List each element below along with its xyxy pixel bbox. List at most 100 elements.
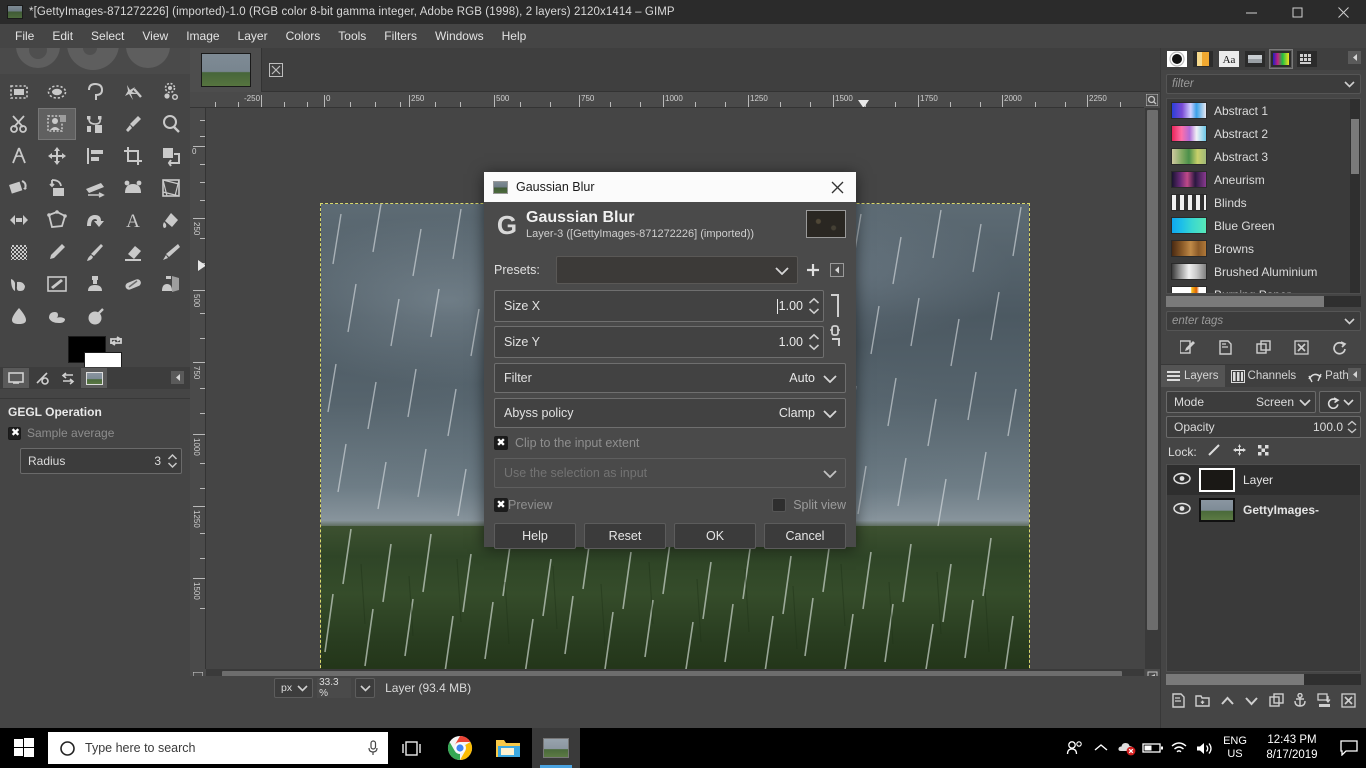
language-indicator[interactable]: ENG US <box>1218 728 1252 768</box>
eraser-tool[interactable] <box>114 236 152 268</box>
zoom-image-button[interactable] <box>1144 92 1160 108</box>
perspective-tool[interactable] <box>76 172 114 204</box>
chain-link-icon[interactable] <box>824 325 846 358</box>
wifi-icon[interactable] <box>1166 728 1192 768</box>
alignment-tool[interactable] <box>76 140 114 172</box>
undo-history-icon[interactable] <box>55 368 81 388</box>
lock-alpha-icon[interactable] <box>1257 443 1272 460</box>
opacity-spin-arrows[interactable] <box>1347 420 1360 434</box>
zoom-dropdown-button[interactable] <box>355 678 376 698</box>
selection-as-input-combo[interactable]: Use the selection as input <box>494 458 846 488</box>
menu-filters[interactable]: Filters <box>375 26 426 46</box>
mypaint-brush-tool[interactable] <box>38 268 76 300</box>
layer-thumbnail[interactable] <box>1199 498 1235 522</box>
chrome-taskbar-icon[interactable] <box>436 728 484 768</box>
menu-colors[interactable]: Colors <box>277 26 330 46</box>
layer-list[interactable]: Layer GettyImages- <box>1166 464 1361 672</box>
clock[interactable]: 12:43 PM 8/17/2019 <box>1252 728 1332 768</box>
gradient-list[interactable]: Abstract 1 Abstract 2 Abstract 3 Aneuris… <box>1166 98 1361 294</box>
ellipse-select-tool[interactable] <box>38 76 76 108</box>
raise-layer-button[interactable] <box>1220 694 1235 711</box>
sample-average-row[interactable]: Sample average <box>8 426 182 441</box>
microphone-icon[interactable] <box>366 739 380 757</box>
menu-image[interactable]: Image <box>177 26 228 46</box>
canvas-vertical-scrollbar[interactable] <box>1145 108 1160 684</box>
list-item[interactable]: Abstract 1 <box>1167 99 1360 122</box>
bucket-fill-tool[interactable] <box>152 204 190 236</box>
lower-layer-button[interactable] <box>1244 694 1259 711</box>
new-layer-button[interactable] <box>1171 693 1186 711</box>
list-item[interactable]: Blinds <box>1167 191 1360 214</box>
size-x-spin-arrows[interactable] <box>808 297 823 315</box>
brush-opacity-icon[interactable] <box>29 368 55 388</box>
edit-gradient-button[interactable] <box>1177 337 1199 357</box>
file-explorer-taskbar-icon[interactable] <box>484 728 532 768</box>
delete-layer-button[interactable] <box>1341 693 1356 711</box>
new-layer-group-button[interactable] <box>1195 693 1211 711</box>
heal-tool[interactable] <box>114 268 152 300</box>
sample-average-checkbox[interactable] <box>8 426 22 441</box>
menu-edit[interactable]: Edit <box>43 26 82 46</box>
dialog-close-button[interactable] <box>822 173 852 201</box>
clone-tool[interactable] <box>76 268 114 300</box>
unit-combo[interactable]: px <box>274 678 314 698</box>
layer-visibility-icon[interactable] <box>1173 502 1191 518</box>
merge-down-button[interactable] <box>1316 693 1332 711</box>
foreground-select-tool[interactable] <box>38 108 76 140</box>
radius-spinner[interactable]: Radius 3 <box>20 448 182 474</box>
duplicate-layer-button[interactable] <box>1268 693 1284 711</box>
rect-select-tool[interactable] <box>0 76 38 108</box>
cancel-button[interactable]: Cancel <box>764 523 846 549</box>
document-history-tab[interactable] <box>1243 49 1267 69</box>
ink-tool[interactable] <box>0 268 38 300</box>
unified-transform-tool[interactable] <box>114 172 152 204</box>
preset-menu-button[interactable] <box>828 263 846 277</box>
gaussian-blur-dialog[interactable]: Gaussian Blur G Gaussian Blur Layer-3 ([… <box>484 172 856 549</box>
gradient-filter-input[interactable]: filter <box>1166 74 1361 94</box>
channels-tab[interactable]: Channels <box>1225 365 1303 387</box>
onedrive-error-icon[interactable] <box>1114 728 1140 768</box>
help-button[interactable]: Help <box>494 523 576 549</box>
paintbrush-tool[interactable] <box>76 236 114 268</box>
scrollbar-thumb[interactable] <box>1351 119 1359 174</box>
palettes-tab[interactable] <box>1295 49 1319 69</box>
filter-combo[interactable]: Filter Auto <box>494 363 846 393</box>
paths-tool[interactable] <box>76 108 114 140</box>
gradient-list-scrollbar[interactable] <box>1350 99 1360 293</box>
layer-list-hscrollbar[interactable] <box>1166 674 1361 685</box>
task-view-button[interactable] <box>388 728 436 768</box>
fonts-tab[interactable]: Aa <box>1217 49 1241 69</box>
show-hidden-icons-icon[interactable] <box>1088 728 1114 768</box>
list-item[interactable]: Aneurism <box>1167 168 1360 191</box>
layer-thumbnail[interactable] <box>1199 468 1235 492</box>
warp-transform-tool[interactable] <box>76 204 114 236</box>
new-gradient-button[interactable] <box>1215 337 1237 357</box>
fuzzy-select-tool[interactable] <box>114 76 152 108</box>
toolbox-menu-button[interactable] <box>171 371 184 387</box>
active-image-thumbnail[interactable] <box>81 368 107 388</box>
vertical-ruler[interactable]: 0 250 500 750 1000 1250 1500 <box>190 108 206 684</box>
battery-icon[interactable] <box>1140 728 1166 768</box>
gradient-list-hscrollbar[interactable] <box>1166 296 1361 307</box>
lock-position-icon[interactable] <box>1232 443 1247 460</box>
measure-tool[interactable] <box>0 140 38 172</box>
layers-tab[interactable]: Layers <box>1161 365 1225 387</box>
abyss-policy-combo[interactable]: Abyss policy Clamp <box>494 398 846 428</box>
menu-view[interactable]: View <box>133 26 177 46</box>
preview-checkbox[interactable] <box>494 498 508 513</box>
list-item[interactable]: Abstract 2 <box>1167 122 1360 145</box>
add-preset-button[interactable] <box>804 263 822 277</box>
presets-combo[interactable] <box>556 256 798 284</box>
list-item[interactable]: Abstract 3 <box>1167 145 1360 168</box>
zoom-input[interactable]: 33.3 % <box>317 678 352 698</box>
gradients-tab[interactable] <box>1269 49 1293 69</box>
gimp-taskbar-icon[interactable] <box>532 728 580 768</box>
list-item[interactable]: Burning Paper <box>1167 283 1360 293</box>
scrollbar-thumb[interactable] <box>1166 296 1324 307</box>
cage-transform-tool[interactable] <box>38 204 76 236</box>
dock-menu-button[interactable] <box>1348 51 1361 67</box>
list-item[interactable]: Blue Green <box>1167 214 1360 237</box>
dodge-burn-tool[interactable] <box>76 300 114 332</box>
anchor-layer-button[interactable] <box>1293 692 1307 711</box>
menu-windows[interactable]: Windows <box>426 26 493 46</box>
